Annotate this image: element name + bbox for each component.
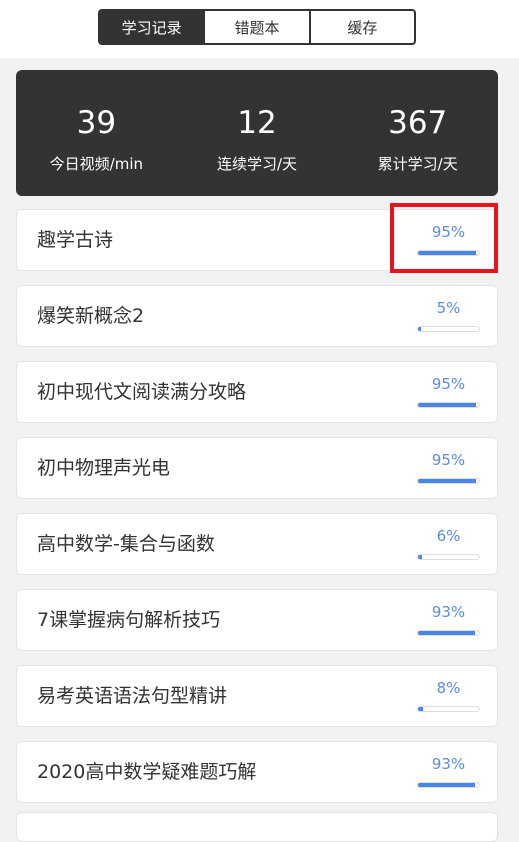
progress-indicator: 95% xyxy=(417,375,480,411)
progress-fill xyxy=(418,631,475,635)
top-bar: 学习记录 错题本 缓存 xyxy=(0,0,519,58)
course-title: 高中数学-集合与函数 xyxy=(37,533,215,555)
progress-text: 5% xyxy=(436,299,461,317)
stat-value: 367 xyxy=(388,105,448,141)
progress-text: 93% xyxy=(431,755,466,773)
stat-label: 累计学习/天 xyxy=(377,155,458,173)
progress-track xyxy=(417,630,480,636)
progress-track xyxy=(417,402,480,408)
course-item[interactable]: 初中物理声光电 95% xyxy=(16,437,498,499)
course-title: 趣学古诗 xyxy=(37,229,114,251)
course-item[interactable]: 初中现代文阅读满分攻略 95% xyxy=(16,361,498,423)
progress-indicator: 93% xyxy=(417,755,480,791)
tab-cache[interactable]: 缓存 xyxy=(308,11,414,43)
progress-text: 93% xyxy=(431,603,466,621)
progress-track xyxy=(417,478,480,484)
segmented-control: 学习记录 错题本 缓存 xyxy=(98,9,416,45)
progress-track xyxy=(417,706,480,712)
course-title: 初中现代文阅读满分攻略 xyxy=(37,381,247,403)
stat-consecutive-days: 12 连续学习/天 xyxy=(177,70,338,196)
stats-panel: 39 今日视频/min 12 连续学习/天 367 累计学习/天 xyxy=(16,70,498,196)
course-title: 爆笑新概念2 xyxy=(37,305,145,327)
progress-indicator: 95% xyxy=(417,451,480,487)
stat-total-days: 367 累计学习/天 xyxy=(337,70,498,196)
course-title: 易考英语语法句型精讲 xyxy=(37,685,228,707)
progress-fill xyxy=(418,783,475,787)
progress-fill xyxy=(418,479,476,483)
progress-fill xyxy=(418,555,422,559)
course-item[interactable]: 2020高中数学疑难题巧解 93% xyxy=(16,741,498,803)
progress-indicator: 6% xyxy=(417,527,480,563)
progress-fill xyxy=(418,327,422,331)
progress-fill xyxy=(418,707,423,711)
progress-fill xyxy=(418,403,476,407)
progress-text: 95% xyxy=(431,375,466,393)
course-list: 趣学古诗 95% 爆笑新概念2 5% 初中现代文阅读满分攻略 95% 初中物理声… xyxy=(16,209,498,817)
progress-indicator: 8% xyxy=(417,679,480,715)
stat-value: 39 xyxy=(76,105,117,141)
course-item[interactable]: 7课掌握病句解析技巧 93% xyxy=(16,589,498,651)
tab-wrong-questions[interactable]: 错题本 xyxy=(203,11,308,43)
course-title: 初中物理声光电 xyxy=(37,457,171,479)
course-item[interactable]: 易考英语语法句型精讲 8% xyxy=(16,665,498,727)
course-item[interactable]: 高中数学-集合与函数 6% xyxy=(16,513,498,575)
highlight-box xyxy=(390,203,498,273)
tab-study-record[interactable]: 学习记录 xyxy=(100,11,204,43)
progress-indicator: 93% xyxy=(417,603,480,639)
stat-label: 今日视频/min xyxy=(49,155,143,173)
stat-value: 12 xyxy=(237,105,277,141)
stat-today-video: 39 今日视频/min xyxy=(16,70,177,196)
progress-track xyxy=(417,554,480,560)
course-title: 7课掌握病句解析技巧 xyxy=(37,609,221,631)
progress-track xyxy=(417,326,480,332)
progress-indicator: 5% xyxy=(417,299,480,335)
course-item[interactable]: 爆笑新概念2 5% xyxy=(16,285,498,347)
progress-text: 6% xyxy=(436,527,461,545)
progress-text: 8% xyxy=(436,679,461,697)
progress-text: 95% xyxy=(431,451,466,469)
progress-track xyxy=(417,782,480,788)
stat-label: 连续学习/天 xyxy=(216,155,298,173)
course-title: 2020高中数学疑难题巧解 xyxy=(37,761,257,783)
course-item-partial[interactable] xyxy=(16,812,498,842)
